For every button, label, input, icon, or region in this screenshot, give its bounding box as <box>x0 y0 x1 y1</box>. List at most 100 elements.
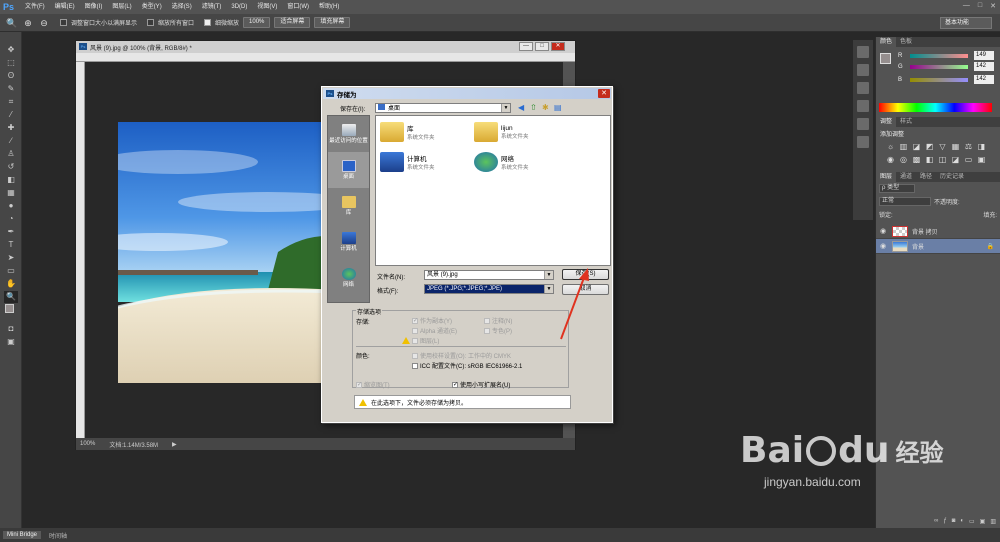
icc-profile-checkbox[interactable]: ICC 配置文件(C): sRGB IEC61966-2.1 <box>412 361 522 370</box>
zoom-in-icon[interactable]: ⊕ <box>22 17 34 29</box>
maximize-button[interactable]: □ <box>978 2 982 10</box>
blue-value-input[interactable]: 142 <box>974 75 994 84</box>
dialog-close-button[interactable]: ✕ <box>598 89 610 98</box>
lowercase-ext-checkbox[interactable]: ✓ 使用小写扩展名(U) <box>452 380 510 389</box>
list-item[interactable]: 网络 系统文件夹 <box>474 152 529 172</box>
menu-type[interactable]: 类型(Y) <box>137 0 167 14</box>
chevron-down-icon[interactable]: ▼ <box>544 271 553 279</box>
curves-icon[interactable]: ◪ <box>912 142 921 151</box>
workspace-select[interactable]: 基本功能 <box>940 17 992 29</box>
screen-mode-icon[interactable]: ▣ <box>4 336 18 348</box>
format-select[interactable]: JPEG (*.JPG;*.JPEG;*.JPE) ▼ <box>424 284 554 294</box>
blue-slider[interactable] <box>910 77 968 82</box>
tab-mini-bridge[interactable]: Mini Bridge <box>3 531 42 539</box>
chevron-down-icon[interactable]: ▼ <box>501 104 510 112</box>
exposure-icon[interactable]: ◩ <box>925 142 934 151</box>
green-slider[interactable] <box>910 64 968 69</box>
close-button[interactable]: ✕ <box>990 2 996 10</box>
character-panel-icon[interactable] <box>857 100 869 112</box>
visibility-eye-icon[interactable]: ◉ <box>880 227 888 235</box>
zoom-tool-icon[interactable]: 🔍 <box>6 17 18 29</box>
quick-select-tool-icon[interactable]: ✎ <box>4 83 18 95</box>
crop-tool-icon[interactable]: ⌗ <box>4 96 18 108</box>
paragraph-panel-icon[interactable] <box>857 118 869 130</box>
place-library[interactable]: 库 <box>328 188 369 224</box>
list-item[interactable]: 计算机 系统文件夹 <box>380 152 435 172</box>
spot-color-checkbox[interactable]: 专色(P) <box>484 326 512 335</box>
resize-windows-checkbox[interactable] <box>60 19 67 26</box>
menu-3d[interactable]: 3D(D) <box>226 0 252 14</box>
doc-maximize-button[interactable]: □ <box>535 42 549 51</box>
tab-swatches[interactable]: 色板 <box>896 37 916 47</box>
menu-view[interactable]: 视图(V) <box>252 0 282 14</box>
scrubby-zoom-checkbox[interactable] <box>204 19 212 26</box>
eraser-tool-icon[interactable]: ◧ <box>4 174 18 186</box>
history-panel-icon[interactable] <box>857 46 869 58</box>
file-list[interactable]: 库系统文件夹 lijun 系统文件夹 计算机 系统文件夹 网络 系统文件夹 <box>375 115 611 266</box>
tab-adjustments[interactable]: 调整 <box>876 117 897 127</box>
up-folder-icon[interactable]: ⇧ <box>530 103 537 112</box>
thumbnail-checkbox[interactable]: ✓ 缩览图(T) <box>356 380 390 389</box>
hand-tool-icon[interactable]: ✋ <box>4 278 18 290</box>
dialog-titlebar[interactable]: Ps 存储为 ✕ <box>323 88 611 99</box>
tab-color[interactable]: 颜色 <box>876 37 897 47</box>
list-item[interactable]: 库系统文件夹 <box>380 122 435 142</box>
tab-styles[interactable]: 样式 <box>896 117 916 127</box>
alpha-checkbox[interactable]: Alpha 通道(E) <box>412 326 457 335</box>
layer-row[interactable]: ◉ 背景 🔒 <box>876 239 1000 254</box>
menu-layer[interactable]: 图层(L) <box>107 0 136 14</box>
zoom-all-checkbox[interactable] <box>147 19 155 26</box>
new-layer-icon[interactable]: ▣ <box>980 518 986 528</box>
back-icon[interactable]: ◀ <box>518 103 524 112</box>
color-swatches-icon[interactable] <box>4 304 18 322</box>
layer-row[interactable]: ◉ 背景 拷贝 <box>876 224 1000 239</box>
save-in-select[interactable]: 桌面 ▼ <box>375 103 511 113</box>
vibrance-icon[interactable]: ▽ <box>938 142 947 151</box>
history-brush-icon[interactable]: ↺ <box>4 161 18 173</box>
healing-tool-icon[interactable]: ✚ <box>4 122 18 134</box>
selective-color-icon[interactable]: ▣ <box>977 155 986 164</box>
dodge-tool-icon[interactable]: ◔ <box>4 213 18 225</box>
list-item[interactable]: lijun 系统文件夹 <box>474 122 529 142</box>
status-arrow-icon[interactable]: ▶ <box>172 441 177 448</box>
color-spectrum-bar[interactable] <box>879 103 992 112</box>
new-folder-icon[interactable]: ✱ <box>542 103 549 112</box>
tab-timeline[interactable]: 时间轴 <box>45 530 71 541</box>
zoom-100-button[interactable]: 100% <box>243 17 271 28</box>
blur-tool-icon[interactable]: ● <box>4 200 18 212</box>
type-tool-icon[interactable]: T <box>4 239 18 251</box>
document-titlebar[interactable]: Ps 风景 (9).jpg @ 100% (背景, RGB/8#) * — □ … <box>76 41 575 53</box>
fill-screen-button[interactable]: 填充屏幕 <box>314 17 351 28</box>
posterize-icon[interactable]: ◫ <box>938 155 947 164</box>
menu-image[interactable]: 图像(I) <box>80 0 108 14</box>
menu-edit[interactable]: 编辑(E) <box>50 0 80 14</box>
zoom-out-icon[interactable]: ⊖ <box>38 17 50 29</box>
green-value-input[interactable]: 142 <box>974 62 994 71</box>
menu-file[interactable]: 文件(F) <box>20 0 50 14</box>
place-network[interactable]: 网络 <box>328 260 369 296</box>
photo-filter-icon[interactable]: ◉ <box>886 155 895 164</box>
gradient-tool-icon[interactable]: ▦ <box>4 187 18 199</box>
move-tool-icon[interactable]: ✥ <box>4 44 18 56</box>
stamp-tool-icon[interactable]: ♙ <box>4 148 18 160</box>
layers-checkbox[interactable]: 图层(L) <box>412 336 439 345</box>
bw-icon[interactable]: ◨ <box>977 142 986 151</box>
lasso-tool-icon[interactable]: ʘ <box>4 70 18 82</box>
filename-input[interactable]: 风景 (9).jpg ▼ <box>424 270 554 280</box>
menu-window[interactable]: 窗口(W) <box>282 0 314 14</box>
chevron-down-icon[interactable]: ▼ <box>544 285 553 293</box>
menu-help[interactable]: 帮助(H) <box>314 0 344 14</box>
threshold-icon[interactable]: ◪ <box>951 155 960 164</box>
foreground-color-swatch[interactable] <box>880 53 891 64</box>
notes-checkbox[interactable]: 注释(N) <box>484 316 512 325</box>
delete-layer-icon[interactable]: ▥ <box>990 518 996 528</box>
doc-close-button[interactable]: ✕ <box>551 42 565 51</box>
pen-tool-icon[interactable]: ✒ <box>4 226 18 238</box>
red-value-input[interactable]: 149 <box>974 51 994 60</box>
view-menu-icon[interactable]: ▤ <box>554 103 562 112</box>
shape-tool-icon[interactable]: ▭ <box>4 265 18 277</box>
proof-setup-checkbox[interactable]: 使用校样设置(O): 工作中的 CMYK <box>412 351 511 360</box>
visibility-eye-icon[interactable]: ◉ <box>880 242 888 250</box>
minimize-button[interactable]: — <box>963 2 970 10</box>
menu-select[interactable]: 选择(S) <box>167 0 197 14</box>
